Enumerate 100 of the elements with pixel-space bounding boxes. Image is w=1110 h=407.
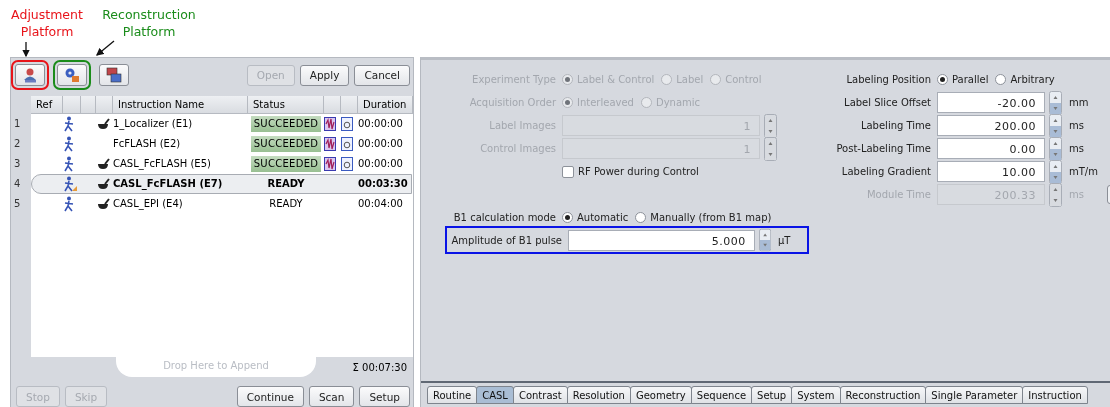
duration: 00:04:00 — [358, 197, 403, 211]
button[interactable]: Scan — [308, 386, 355, 407]
row-number: 4 — [13, 177, 22, 191]
tab[interactable]: Setup — [751, 386, 793, 404]
unit-label: µT — [778, 234, 792, 246]
duration: 00:03:30 — [358, 177, 408, 191]
waveform-document-icon — [324, 117, 336, 131]
instruction-name: CASL_EPI (E4) — [113, 197, 183, 212]
option-label: Arbitrary — [1010, 74, 1055, 85]
number-field[interactable]: 0.00 — [937, 138, 1045, 159]
document-icon — [341, 157, 353, 171]
spinner-arrows-icon — [764, 136, 777, 161]
waveform-document-icon — [324, 157, 336, 171]
spinner-arrows-icon[interactable] — [1049, 90, 1062, 115]
total-duration: Σ 00:07:30 — [352, 361, 407, 375]
instruction-name: CASL_FcFLASH (E5) — [113, 157, 211, 172]
tab[interactable]: System — [791, 386, 841, 404]
walking-figure-icon — [64, 156, 74, 172]
instruction-name: FcFLASH (E2) — [113, 137, 181, 151]
option-label: Parallel — [952, 74, 989, 85]
walking-figure-icon — [64, 116, 74, 132]
row-number: 1 — [13, 117, 22, 131]
status-badge: SUCCEEDED — [250, 116, 322, 132]
spinner-arrows-icon[interactable] — [758, 228, 771, 252]
button[interactable]: Cancel — [354, 64, 410, 86]
number-field[interactable]: -20.00 — [937, 92, 1045, 113]
column-header[interactable]: Status — [248, 96, 324, 114]
radio-button[interactable] — [937, 74, 948, 85]
unit-label: mm — [1069, 97, 1090, 108]
duration: 00:00:00 — [358, 137, 403, 151]
tab[interactable]: Resolution — [566, 386, 631, 404]
status-badge: SUCCEEDED — [250, 156, 322, 172]
tab[interactable]: Reconstruction — [839, 386, 927, 404]
column-header[interactable] — [324, 96, 341, 114]
unit-label: ms — [1069, 120, 1085, 131]
annotation-label: Reconstruction Platform — [101, 6, 197, 40]
tab[interactable]: Sequence — [690, 386, 753, 404]
duration: 00:00:00 — [358, 157, 403, 171]
checkbox-label: RF Power during Control — [578, 166, 699, 177]
tab[interactable]: Single Parameter — [925, 386, 1024, 404]
gear-icon — [65, 68, 79, 82]
person-icon — [24, 68, 36, 83]
tab[interactable]: Instruction — [1022, 386, 1088, 404]
spinner-arrows-icon — [1049, 182, 1062, 207]
field-label: Labeling Position — [845, 74, 932, 85]
option-label: Automatic — [577, 212, 629, 223]
column-header[interactable]: Instruction Name — [113, 96, 248, 114]
arrow — [96, 40, 115, 56]
walking-figure-icon — [64, 196, 74, 212]
column-header[interactable]: Duration — [358, 96, 413, 114]
field-label: Amplitude of B1 pulse — [450, 234, 563, 246]
duration: 00:00:00 — [358, 117, 403, 131]
status-badge: SUCCEEDED — [250, 136, 322, 152]
column-header[interactable]: Ref — [31, 96, 63, 114]
tab[interactable]: Routine — [427, 386, 478, 404]
waveform-document-icon — [324, 137, 336, 151]
running-figure-icon — [64, 176, 77, 192]
status-text: READY — [269, 197, 303, 211]
status-text: READY — [267, 177, 305, 191]
annotation-label: Adjustment Platform — [10, 6, 84, 40]
instruction-name: 1_Localizer (E1) — [113, 117, 193, 132]
row-number: 3 — [13, 157, 22, 171]
button[interactable]: Setup — [359, 386, 410, 407]
radio-button[interactable] — [635, 212, 647, 223]
field-label: B1 calculation mode — [452, 212, 557, 223]
walking-figure-icon — [64, 136, 74, 152]
column-header[interactable] — [96, 96, 113, 114]
screens-icon — [106, 67, 122, 83]
instruction-name: CASL_FcFLASH (E7) — [113, 177, 223, 192]
number-field[interactable]: 200.00 — [937, 115, 1045, 136]
arrow — [22, 41, 30, 58]
field-label: Labeling Time — [859, 120, 932, 131]
radio-button[interactable] — [995, 74, 1007, 85]
number-field[interactable]: 10.00 — [937, 161, 1045, 182]
field-label: Post-Labeling Time — [835, 143, 932, 154]
row-number: 5 — [13, 197, 22, 211]
button[interactable]: Continue — [236, 386, 304, 407]
number-field[interactable]: 5.000 — [568, 229, 755, 251]
spinner-arrows-icon — [764, 113, 777, 138]
column-header[interactable] — [63, 96, 81, 114]
spinner-arrows-icon[interactable] — [1049, 136, 1062, 161]
tab[interactable]: CASL — [476, 386, 514, 404]
spinner-arrows-icon[interactable] — [1049, 159, 1062, 184]
unit-label: ms — [1069, 143, 1085, 154]
document-icon — [341, 117, 353, 131]
field-label: Labeling Gradient — [840, 166, 932, 177]
option-label: Manually (from B1 map) — [650, 212, 772, 223]
tab[interactable]: Geometry — [629, 386, 692, 404]
column-header[interactable] — [341, 96, 358, 114]
row-number: 2 — [13, 137, 22, 151]
spinner-arrows-icon[interactable] — [1049, 113, 1062, 138]
field-label: Label Slice Offset — [843, 97, 932, 108]
checkbox[interactable] — [562, 165, 574, 178]
column-header[interactable] — [81, 96, 96, 114]
radio-button[interactable] — [562, 212, 573, 223]
button[interactable]: Apply — [299, 64, 350, 86]
toolbar-button[interactable] — [99, 64, 129, 86]
unit-label: mT/m — [1069, 166, 1098, 177]
tab[interactable]: Contrast — [512, 386, 568, 404]
document-icon — [341, 137, 353, 151]
